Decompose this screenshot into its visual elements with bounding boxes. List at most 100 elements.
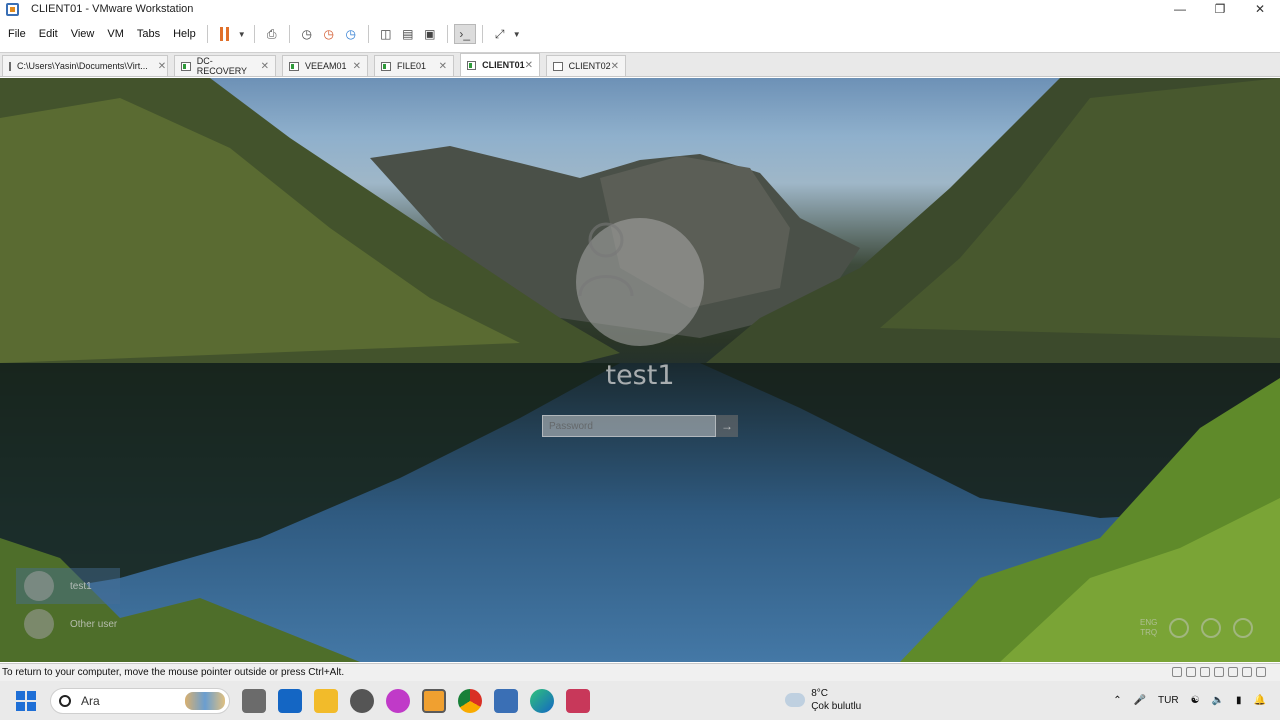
system-tray: 8°C Çok bulutlu ⌃ 🎤 TUR ☯ 🔈 ▮ 🔔 [782,681,1280,720]
menu-vm[interactable]: VM [102,28,129,40]
search-placeholder: Ara [81,693,100,708]
tab-dc-recovery[interactable]: DC-RECOVERY ✕ [174,55,276,76]
status-text: To return to your computer, move the mou… [2,667,345,678]
weather-desc: Çok bulutlu [811,701,862,712]
tab-label: VEEAM01 [305,61,347,71]
console-view-icon[interactable]: ›_ [453,24,476,44]
menu-edit[interactable]: Edit [34,28,63,40]
windows-taskbar: Ara 8°C Çok bulutlu ⌃ 🎤 TUR ☯ 🔈 ▮ 🔔 [0,681,1280,720]
snapshot-icon[interactable]: ◷ [296,24,318,44]
tab-veeam01[interactable]: VEEAM01 ✕ [282,55,368,76]
power-dropdown-icon[interactable]: ▼ [236,24,248,44]
outlook-icon[interactable] [278,688,302,713]
vm-running-icon [467,60,477,70]
language-indicator[interactable]: TUR [1158,695,1179,706]
cd-icon[interactable] [1186,667,1196,677]
close-window-button[interactable]: ✕ [1240,0,1280,18]
pause-button[interactable] [214,24,236,44]
status-bar: To return to your computer, move the mou… [0,663,1280,681]
chrome-icon[interactable] [458,688,482,713]
close-tab-icon[interactable]: ✕ [353,61,361,72]
password-input[interactable] [542,415,716,437]
stretch-guest-icon[interactable]: ⤢ [489,24,511,44]
menu-file[interactable]: File [3,28,31,40]
password-box: → [542,415,738,437]
file-explorer-icon[interactable] [314,688,338,713]
user-item-label: test1 [70,580,92,592]
minimize-button[interactable]: — [1160,0,1200,18]
tab-label: DC-RECOVERY [196,56,248,76]
close-tab-icon[interactable]: ✕ [439,61,447,72]
vm-tab-icon [9,61,11,71]
start-button[interactable] [16,690,36,711]
tab-home[interactable]: C:\Users\Yasin\Documents\Virt... ✕ [2,55,168,76]
battery-icon[interactable]: ▮ [1236,695,1242,706]
close-tab-icon[interactable]: ✕ [158,61,166,72]
input-language-indicator[interactable]: ENG TRQ [1140,618,1157,638]
revert-snapshot-icon[interactable]: ◷ [318,24,340,44]
wifi-icon[interactable]: ☯ [1191,695,1200,706]
close-tab-icon[interactable]: ✕ [261,61,269,72]
notification-bell-icon[interactable]: 🔔 [1254,695,1266,706]
weather-temp: 8°C [811,688,828,699]
snapshot-manager-icon[interactable]: ◷ [340,24,362,44]
toolbar-separator [206,25,208,43]
login-username: test1 [605,360,675,391]
power-icon[interactable] [1233,618,1254,638]
accessibility-icon[interactable] [1201,618,1222,638]
network-tool-icon[interactable] [494,688,518,713]
stretch-dropdown-icon[interactable]: ▼ [511,24,523,44]
taskbar-search[interactable]: Ara [50,687,230,714]
vmware-taskbar-icon[interactable] [422,688,446,713]
thumbnail-bar-icon[interactable]: ▤ [397,24,419,44]
vm-running-icon [381,61,391,71]
microphone-icon[interactable]: 🎤 [1134,695,1146,706]
network-adapter-icon[interactable] [1200,667,1210,677]
close-tab-icon[interactable]: ✕ [611,61,619,72]
usb-icon[interactable] [1214,667,1224,677]
user-switcher: test1 Other user [16,568,120,644]
edge-icon[interactable] [530,688,554,713]
user-item-test1[interactable]: test1 [16,568,120,604]
user-avatar-icon [24,609,54,639]
vm-running-icon [289,61,299,71]
restore-button[interactable]: ❐ [1200,0,1240,18]
tab-label: FILE01 [397,61,427,71]
user-avatar [576,218,704,346]
tab-label: CLIENT02 [568,61,611,71]
menu-tabs[interactable]: Tabs [132,28,165,40]
cloud-icon [782,689,806,707]
tab-file01[interactable]: FILE01 ✕ [374,55,454,76]
vm-tab-bar: C:\Users\Yasin\Documents\Virt... ✕ DC-RE… [0,52,1280,77]
menu-bar: File Edit View VM Tabs Help ▼ ⎙ ◷ ◷ ◷ ◫ … [0,22,1280,46]
snipping-tool-icon[interactable] [566,688,590,713]
user-item-other[interactable]: Other user [16,606,120,642]
vm-running-icon [181,61,191,71]
vm-console-screen[interactable]: test1 → test1 Other user ENG TRQ [0,78,1280,662]
show-library-icon[interactable]: ◫ [375,24,397,44]
submit-arrow-button[interactable]: → [716,415,738,437]
hdd-icon[interactable] [1172,667,1182,677]
full-screen-icon[interactable]: ▣ [419,24,441,44]
tab-client02[interactable]: CLIENT02 ✕ [546,55,626,76]
message-icon[interactable] [1256,667,1266,677]
weather-widget[interactable]: 8°C Çok bulutlu [782,687,905,713]
menu-help[interactable]: Help [168,28,201,40]
window-title: CLIENT01 - VMware Workstation [31,3,194,15]
sound-icon[interactable] [1228,667,1238,677]
tab-label: CLIENT01 [482,60,525,70]
task-view-icon[interactable] [242,688,266,713]
chevron-up-icon[interactable]: ⌃ [1113,695,1121,706]
device-status-icons [1172,667,1266,677]
menu-view[interactable]: View [66,28,100,40]
clock-app-icon[interactable] [350,688,374,713]
network-icon[interactable] [1169,618,1190,638]
tab-client01[interactable]: CLIENT01 ✕ [460,53,540,76]
display-icon[interactable] [1242,667,1252,677]
send-ctrl-alt-del-icon[interactable]: ⎙ [261,24,283,44]
itunes-icon[interactable] [386,688,410,713]
tab-label: C:\Users\Yasin\Documents\Virt... [17,61,148,71]
search-icon [59,694,71,707]
volume-icon[interactable]: 🔈 [1212,695,1224,706]
close-tab-icon[interactable]: ✕ [525,60,533,71]
